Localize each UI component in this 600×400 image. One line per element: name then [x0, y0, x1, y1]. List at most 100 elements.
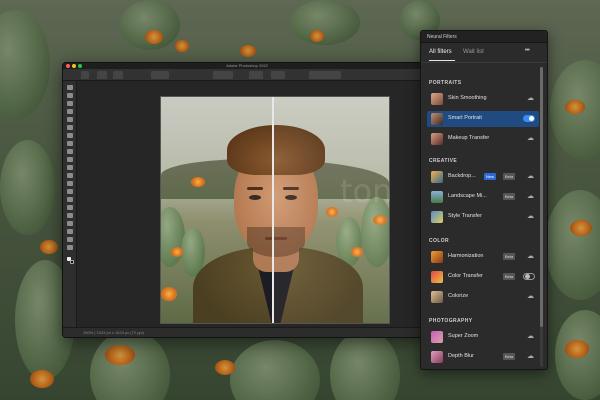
cloud-download-icon[interactable]: ☁	[527, 135, 534, 142]
blur-tool-icon[interactable]	[67, 189, 73, 194]
move-tool-icon[interactable]	[67, 85, 73, 90]
tool-option[interactable]	[113, 71, 123, 79]
tool-option[interactable]	[97, 71, 107, 79]
backdrop-thumbnail	[431, 171, 443, 183]
filter-name: Colorize	[448, 293, 469, 299]
document-status: 100% | 1024 px x 1024 px (72 ppi)	[83, 330, 144, 335]
pen-tool-icon[interactable]	[67, 205, 73, 210]
makeup-transfer-thumbnail	[431, 133, 443, 145]
filter-colorize[interactable]: Colorize ☁	[427, 289, 539, 305]
tab-all-filters[interactable]: All filters	[429, 49, 452, 55]
brush-tool-icon[interactable]	[67, 149, 73, 154]
section-creative: CREATIVE	[429, 158, 458, 164]
marquee-tool-icon[interactable]	[67, 93, 73, 98]
active-tab-underline	[429, 60, 455, 61]
portrait-photo[interactable]	[160, 96, 390, 324]
cloud-download-icon[interactable]: ☁	[527, 213, 534, 220]
height-field[interactable]	[271, 71, 285, 79]
cloud-download-icon[interactable]: ☁	[527, 95, 534, 102]
smart-portrait-toggle[interactable]	[523, 115, 535, 122]
style-select[interactable]	[213, 71, 233, 79]
filter-depth-blur[interactable]: Depth Blur Beta ☁	[427, 349, 539, 365]
photo-flower	[191, 177, 205, 187]
quick-select-tool-icon[interactable]	[67, 109, 73, 114]
type-tool-icon[interactable]	[67, 213, 73, 218]
cloud-download-icon[interactable]: ☁	[527, 333, 534, 340]
filter-skin-smoothing[interactable]: Skin Smoothing ☁	[427, 91, 539, 107]
filter-color-transfer[interactable]: Color Transfer Beta	[427, 269, 539, 285]
cloud-download-icon[interactable]: ☁	[527, 353, 534, 360]
toggle-knob	[529, 116, 534, 121]
lasso-tool-icon[interactable]	[67, 101, 73, 106]
panel-title: Neural Filters	[421, 31, 547, 43]
filter-name: Backdrop...	[448, 173, 476, 179]
zoom-tool-icon[interactable]	[67, 245, 73, 250]
after-half-overlay	[273, 97, 389, 323]
frame-tool-icon[interactable]	[67, 125, 73, 130]
background-color-swatch[interactable]	[70, 260, 74, 264]
section-photography: PHOTOGRAPHY	[429, 318, 473, 324]
filter-name: Skin Smoothing	[448, 95, 487, 101]
panel-tabs: All filters Wait list •••	[421, 43, 547, 63]
cloud-download-icon[interactable]: ☁	[527, 293, 534, 300]
super-zoom-thumbnail	[431, 331, 443, 343]
filter-name: Landscape Mi...	[448, 193, 487, 199]
filter-harmonization[interactable]: Harmonization Beta ☁	[427, 249, 539, 265]
section-portraits: PORTRAITS	[429, 80, 462, 86]
cloud-download-icon[interactable]: ☁	[527, 193, 534, 200]
neural-filters-panel: Neural Filters All filters Wait list •••…	[420, 30, 548, 370]
new-badge: New	[484, 173, 497, 180]
depth-blur-thumbnail	[431, 351, 443, 363]
hand-tool-icon[interactable]	[67, 237, 73, 242]
dodge-tool-icon[interactable]	[67, 197, 73, 202]
shape-tool-icon[interactable]	[67, 229, 73, 234]
beta-badge: Beta	[503, 353, 516, 360]
tool-preset-icon[interactable]	[81, 71, 89, 79]
more-options-icon[interactable]: •••	[525, 47, 530, 54]
watermark-text: ton	[340, 172, 393, 210]
section-color: COLOR	[429, 238, 450, 244]
crop-tool-icon[interactable]	[67, 117, 73, 122]
width-field[interactable]	[249, 71, 263, 79]
gradient-tool-icon[interactable]	[67, 181, 73, 186]
filter-style-transfer[interactable]: Style Transfer ☁	[427, 209, 539, 225]
harmonization-thumbnail	[431, 251, 443, 263]
cloud-download-icon[interactable]: ☁	[527, 173, 534, 180]
select-and-mask-button[interactable]	[309, 71, 341, 79]
options-bar	[63, 69, 431, 81]
color-transfer-toggle[interactable]	[523, 273, 535, 280]
beta-badge: Beta	[503, 273, 516, 280]
colorize-thumbnail	[431, 291, 443, 303]
eraser-tool-icon[interactable]	[67, 173, 73, 178]
landscape-mixer-thumbnail	[431, 191, 443, 203]
eyedropper-tool-icon[interactable]	[67, 133, 73, 138]
photo-flower	[161, 287, 177, 301]
filter-name: Smart Portrait	[448, 115, 482, 121]
beta-badge: Beta	[503, 173, 516, 180]
toolbar	[63, 81, 77, 337]
photo-brow	[247, 187, 263, 190]
filter-name: Makeup Transfer	[448, 135, 490, 141]
stamp-tool-icon[interactable]	[67, 157, 73, 162]
healing-tool-icon[interactable]	[67, 141, 73, 146]
beta-badge: Beta	[503, 253, 516, 260]
filter-makeup-transfer[interactable]: Makeup Transfer ☁	[427, 131, 539, 147]
filter-landscape-mixer[interactable]: Landscape Mi... Beta ☁	[427, 189, 539, 205]
beta-badge: Beta	[503, 193, 516, 200]
cloud-download-icon[interactable]: ☁	[527, 253, 534, 260]
path-select-tool-icon[interactable]	[67, 221, 73, 226]
filter-super-zoom[interactable]: Super Zoom ☁	[427, 329, 539, 345]
photo-eye	[249, 195, 261, 200]
color-transfer-thumbnail	[431, 271, 443, 283]
history-brush-tool-icon[interactable]	[67, 165, 73, 170]
tab-wait-list[interactable]: Wait list	[463, 49, 484, 55]
filter-name: Depth Blur	[448, 353, 474, 359]
filter-name: Super Zoom	[448, 333, 479, 339]
filter-name: Color Transfer	[448, 273, 483, 279]
feather-field[interactable]	[151, 71, 169, 79]
panel-scrollbar-thumb[interactable]	[540, 67, 543, 327]
filter-smart-portrait[interactable]: Smart Portrait	[427, 111, 539, 127]
toggle-knob	[525, 274, 530, 279]
before-after-divider[interactable]	[272, 97, 274, 323]
filter-backdrop[interactable]: Backdrop... New Beta ☁	[427, 169, 539, 185]
